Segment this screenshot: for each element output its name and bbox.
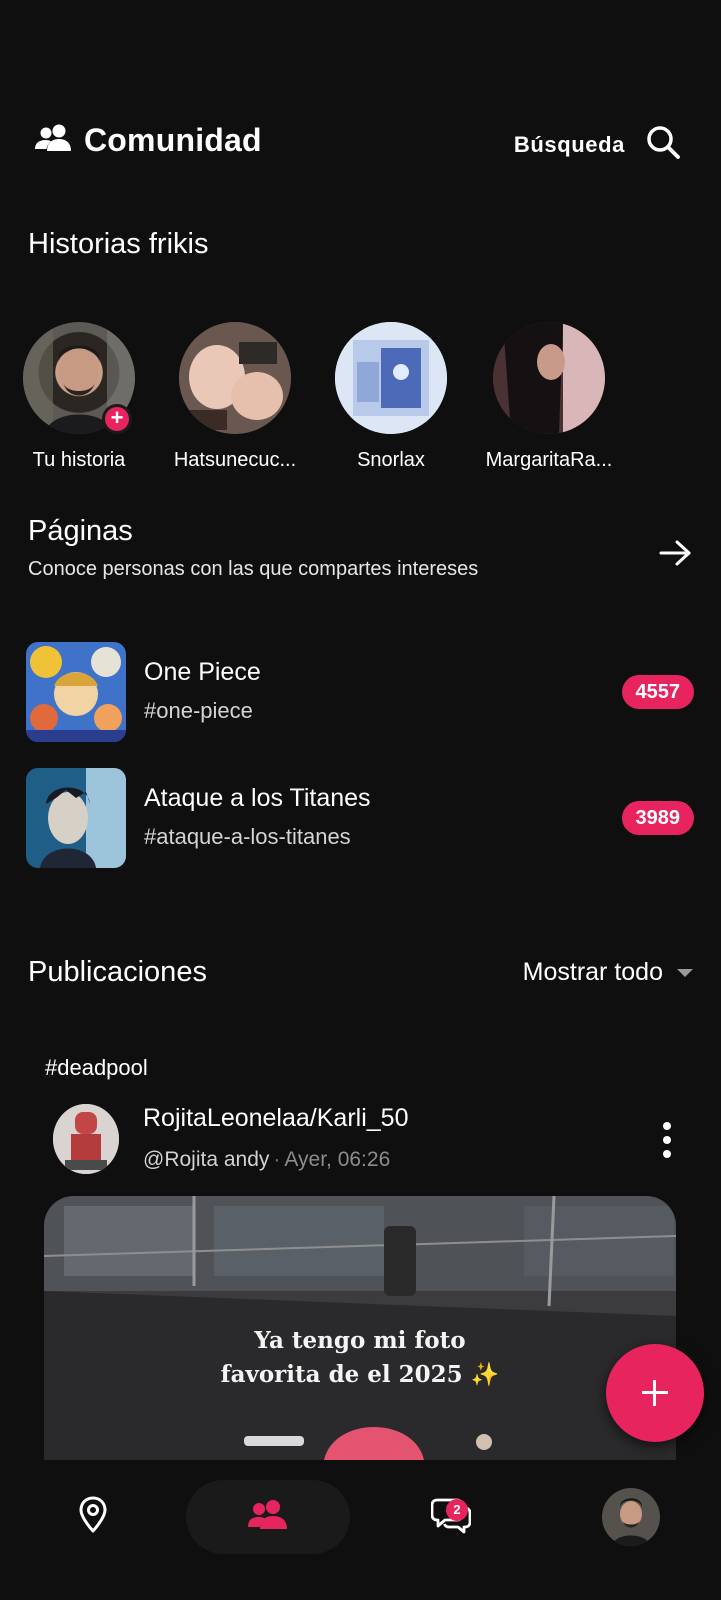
unread-messages-badge: 2 — [446, 1499, 468, 1521]
story-item[interactable]: Hatsunecuc... — [160, 322, 310, 472]
meta-separator: · — [273, 1148, 281, 1171]
story-own[interactable]: + Tu historia — [4, 322, 154, 472]
post-author-name[interactable]: RojitaLeonelaa/Karli_50 — [143, 1104, 408, 1133]
search-label: Búsqueda — [513, 131, 625, 157]
page-item-one-piece[interactable]: One Piece #one-piece 4557 — [26, 642, 694, 742]
people-icon — [34, 123, 74, 158]
page-thumbnail — [26, 768, 126, 868]
page-thumbnail — [26, 642, 126, 742]
story-label: Tu historia — [32, 449, 126, 471]
member-count-badge: 4557 — [621, 675, 694, 709]
plus-icon — [653, 1380, 656, 1406]
top-header: Comunidad Búsqueda — [0, 108, 721, 178]
post-handle: @Rojita andy — [143, 1148, 270, 1171]
page-item-ataque-a-los-titanes[interactable]: Ataque a los Titanes #ataque-a-los-titan… — [26, 768, 694, 868]
post-caption: Ya tengo mi foto favorita de el 2025 ✨ — [44, 1324, 676, 1392]
stories-title: Historias frikis — [28, 228, 209, 260]
avatar — [335, 322, 447, 434]
nav-profile[interactable] — [600, 1480, 662, 1554]
avatar — [179, 322, 291, 434]
avatar — [602, 1488, 660, 1546]
caption-line: Ya tengo mi foto — [254, 1327, 466, 1354]
post-time: Ayer, 06:26 — [284, 1148, 391, 1171]
story-item[interactable]: MargaritaRa... — [474, 322, 624, 472]
more-options-icon[interactable] — [663, 1122, 675, 1164]
caption-line: favorita de el 2025 ✨ — [220, 1361, 500, 1388]
page-tag: #one-piece — [144, 698, 253, 723]
nav-messages[interactable]: 2 — [414, 1480, 488, 1554]
page-title: Comunidad — [84, 122, 262, 158]
search-button[interactable]: Búsqueda — [514, 124, 681, 165]
page-name: Ataque a los Titanes — [144, 784, 371, 812]
post-image[interactable]: Ya tengo mi foto favorita de el 2025 ✨ — [44, 1196, 676, 1460]
nav-community[interactable] — [186, 1480, 350, 1554]
post-meta: @Rojita andy · Ayer, 06:26 — [143, 1148, 390, 1172]
page-tag: #ataque-a-los-titanes — [144, 824, 351, 849]
location-pin-icon — [78, 1496, 108, 1539]
avatar[interactable] — [53, 1104, 119, 1174]
stories-row: + Tu historia Hatsunecuc... Snorlax Marg… — [0, 322, 721, 482]
nav-map[interactable] — [56, 1480, 130, 1554]
header-title-group: Comunidad — [34, 122, 262, 159]
publications-header: Publicaciones Mostrar todo — [28, 956, 693, 989]
people-icon — [247, 1499, 289, 1536]
post-tag[interactable]: #deadpool — [45, 1055, 148, 1081]
pages-subtitle: Conoce personas con las que compartes in… — [28, 558, 479, 580]
story-label: MargaritaRa... — [485, 449, 613, 471]
pages-title: Páginas — [28, 515, 133, 547]
member-count-badge: 3989 — [621, 801, 694, 835]
story-label: Hatsunecuc... — [173, 449, 297, 471]
arrow-right-icon[interactable] — [659, 539, 693, 572]
search-icon — [645, 124, 681, 165]
page-name: One Piece — [144, 658, 261, 686]
create-post-button[interactable] — [606, 1344, 704, 1442]
filter-label: Mostrar todo — [522, 958, 663, 986]
story-label: Snorlax — [357, 449, 425, 471]
pages-header: Páginas Conoce personas con las que comp… — [28, 515, 693, 581]
post-author-row: RojitaLeonelaa/Karli_50 @Rojita andy · Aye… — [45, 1104, 695, 1180]
chevron-down-icon — [677, 968, 693, 977]
add-story-icon[interactable]: + — [102, 404, 132, 434]
story-item[interactable]: Snorlax — [316, 322, 466, 472]
bottom-nav: 2 — [0, 1460, 721, 1600]
avatar — [493, 322, 605, 434]
show-all-dropdown[interactable]: Mostrar todo — [523, 958, 693, 987]
